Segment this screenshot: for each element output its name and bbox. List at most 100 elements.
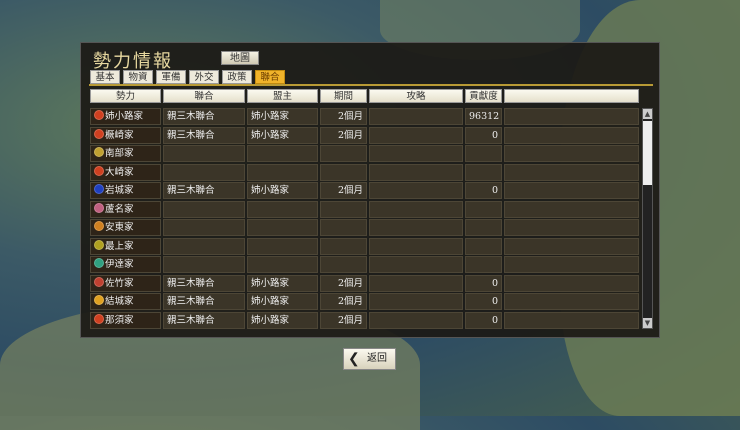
cell-union: 親三木聯合 [163, 311, 245, 329]
cell-clan: 岩城家 [90, 182, 161, 199]
clan-name: 姉小路家 [105, 111, 144, 122]
map-button[interactable]: 地圖 [221, 51, 259, 65]
cell-capture [369, 293, 463, 310]
cell-leader: 姉小路家 [247, 108, 318, 125]
cell-capture [369, 163, 463, 181]
tab-3[interactable]: 外交 [189, 70, 219, 84]
column-header[interactable]: 攻略 [369, 89, 463, 103]
cell-union: 親三木聯合 [163, 108, 245, 125]
cell-contrib: 0 [465, 126, 502, 144]
cell-leader [247, 237, 318, 255]
cell-capture [369, 126, 463, 144]
cell-blank [504, 182, 639, 199]
clan-crest-icon [94, 258, 104, 268]
cell-union: 親三木聯合 [163, 126, 245, 144]
cell-capture [369, 108, 463, 125]
cell-capture [369, 219, 463, 236]
cell-blank [504, 219, 639, 236]
faction-info-panel: 勢力情報 地圖 基本 物資 軍備 外交 政策 聯合 勢力 聯合 盟主 期間 攻略 貢獻度 姉小路家親… [80, 42, 660, 338]
cell-period: 2個月 [320, 182, 367, 199]
cell-union [163, 237, 245, 255]
cell-contrib: 0 [465, 182, 502, 199]
column-header[interactable]: 盟主 [247, 89, 318, 103]
cell-union [163, 219, 245, 236]
clan-name: 南部家 [105, 148, 134, 159]
tab-2[interactable]: 軍備 [156, 70, 186, 84]
column-header[interactable]: 期間 [320, 89, 367, 103]
clan-crest-icon [94, 202, 104, 213]
column-header[interactable]: 貢獻度 [465, 89, 502, 103]
cell-capture [369, 256, 463, 273]
clan-name: 蘆名家 [105, 203, 134, 215]
clan-name: 岩城家 [105, 185, 134, 196]
cell-union [163, 145, 245, 162]
clan-crest-icon [94, 313, 104, 324]
cell-clan: 橛崎家 [90, 126, 161, 144]
clan-name: 伊達家 [105, 259, 134, 270]
cell-leader: 姉小路家 [247, 274, 318, 292]
cell-period [320, 200, 367, 218]
cell-capture [369, 311, 463, 329]
cell-leader: 姉小路家 [247, 311, 318, 329]
cell-contrib [465, 200, 502, 218]
tab-4[interactable]: 政策 [222, 70, 252, 84]
cell-union: 親三木聯合 [163, 293, 245, 310]
scrollbar[interactable]: ▲ ▼ [642, 108, 653, 329]
cell-leader [247, 219, 318, 236]
column-header[interactable] [504, 89, 639, 103]
tab-1[interactable]: 物資 [123, 70, 153, 84]
clan-name: 橛崎家 [105, 129, 134, 141]
cell-contrib: 0 [465, 311, 502, 329]
back-button-label: 返回 [367, 353, 387, 364]
cell-leader: 姉小路家 [247, 293, 318, 310]
column-header[interactable]: 勢力 [90, 89, 161, 103]
cell-leader: 姉小路家 [247, 182, 318, 199]
clan-crest-icon [94, 184, 104, 194]
cell-blank [504, 108, 639, 125]
cell-capture [369, 182, 463, 199]
scroll-up-icon[interactable]: ▲ [643, 109, 652, 119]
cell-period: 2個月 [320, 108, 367, 125]
scroll-down-icon[interactable]: ▼ [643, 318, 652, 328]
clan-name: 安東家 [105, 222, 134, 233]
cell-clan: 結城家 [90, 293, 161, 310]
clan-crest-icon [94, 128, 104, 139]
cell-period: 2個月 [320, 293, 367, 310]
cell-clan: 佐竹家 [90, 274, 161, 292]
clan-crest-icon [94, 221, 104, 231]
cell-blank [504, 237, 639, 255]
cell-period: 2個月 [320, 311, 367, 329]
cell-union [163, 163, 245, 181]
back-button[interactable]: ❮ 返回 [343, 348, 396, 370]
clan-name: 最上家 [105, 240, 134, 252]
cell-union [163, 256, 245, 273]
clan-name: 大崎家 [105, 166, 134, 178]
tab-5[interactable]: 聯合 [255, 70, 285, 84]
cell-capture [369, 145, 463, 162]
cell-clan: 伊達家 [90, 256, 161, 273]
cell-clan: 安東家 [90, 219, 161, 236]
cell-period [320, 163, 367, 181]
tab-bar: 基本 物資 軍備 外交 政策 聯合 [90, 70, 285, 84]
clan-crest-icon [94, 110, 104, 120]
cell-blank [504, 126, 639, 144]
scrollbar-thumb[interactable] [643, 121, 652, 185]
cell-contrib: 96312 [465, 108, 502, 125]
cell-contrib [465, 219, 502, 236]
tab-0[interactable]: 基本 [90, 70, 120, 84]
clan-crest-icon [94, 276, 104, 287]
cell-leader [247, 163, 318, 181]
cell-leader [247, 256, 318, 273]
cell-contrib [465, 163, 502, 181]
cell-leader [247, 145, 318, 162]
cell-clan: 那須家 [90, 311, 161, 329]
cell-contrib [465, 256, 502, 273]
cell-period [320, 145, 367, 162]
cell-blank [504, 256, 639, 273]
cell-contrib: 0 [465, 293, 502, 310]
column-header[interactable]: 聯合 [163, 89, 245, 103]
cell-union: 親三木聯合 [163, 182, 245, 199]
cell-capture [369, 200, 463, 218]
cell-union [163, 200, 245, 218]
cell-leader [247, 200, 318, 218]
